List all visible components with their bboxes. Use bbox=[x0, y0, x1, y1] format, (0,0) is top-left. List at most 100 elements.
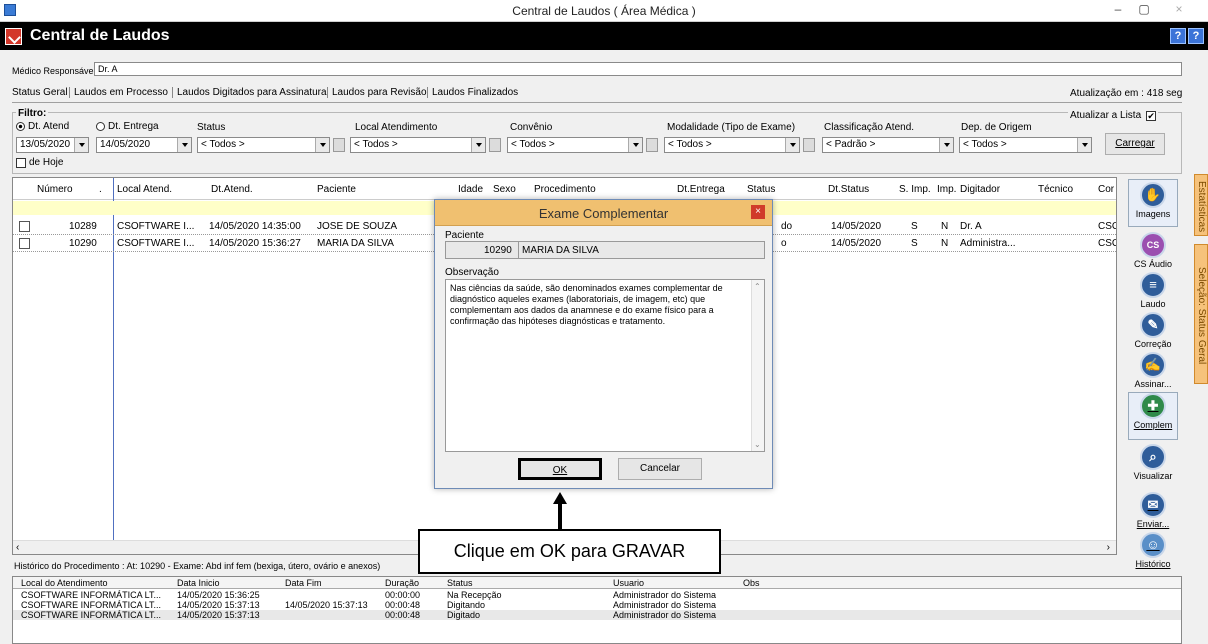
medico-field[interactable] bbox=[94, 62, 1182, 76]
cell-s-imp: S bbox=[911, 221, 918, 232]
tab-status-geral[interactable]: Status Geral bbox=[12, 87, 68, 98]
convenio-filter-select[interactable]: < Todos > bbox=[507, 137, 643, 153]
col-s-imp[interactable]: S. Imp. bbox=[899, 184, 931, 195]
carregar-button[interactable]: Carregar bbox=[1105, 133, 1165, 155]
tab-laudos-revisao[interactable]: Laudos para Revisão bbox=[327, 87, 427, 98]
observacao-label: Observação bbox=[445, 267, 499, 278]
col-dot[interactable]: . bbox=[99, 184, 102, 195]
tab-estatisticas[interactable]: Estatísticas bbox=[1194, 174, 1208, 236]
col-tecnico[interactable]: Técnico bbox=[1038, 184, 1073, 195]
grid-picker-icon[interactable] bbox=[646, 138, 658, 152]
scroll-left-icon[interactable]: ‹ bbox=[16, 542, 19, 553]
hcol-usuario[interactable]: Usuario bbox=[613, 578, 644, 588]
col-status[interactable]: Status bbox=[747, 184, 775, 195]
col-procedimento[interactable]: Procedimento bbox=[534, 184, 596, 195]
local-filter-value: < Todos > bbox=[354, 139, 398, 150]
field-divider bbox=[518, 242, 519, 258]
col-cor[interactable]: Cor bbox=[1098, 184, 1114, 195]
convenio-filter-value: < Todos > bbox=[511, 139, 555, 150]
close-button[interactable]: × bbox=[1166, 2, 1192, 20]
col-numero[interactable]: Número bbox=[37, 184, 73, 195]
tabs-divider bbox=[12, 102, 1182, 103]
chevron-down-icon bbox=[74, 138, 88, 152]
minimize-button[interactable]: – bbox=[1105, 2, 1131, 20]
paciente-label: Paciente bbox=[445, 230, 484, 241]
grid-picker-icon[interactable] bbox=[803, 138, 815, 152]
visualizar-button[interactable]: ⌕ Visualizar bbox=[1128, 444, 1178, 481]
radio-dt-entrega[interactable]: Dt. Entrega bbox=[96, 121, 159, 132]
cell-status: do bbox=[781, 221, 793, 232]
atualizar-lista-checkbox[interactable]: Atualizar a Lista ✔ bbox=[1068, 110, 1159, 121]
cell-numero: 10290 bbox=[69, 238, 97, 249]
about-icon[interactable]: ? bbox=[1188, 28, 1204, 44]
paciente-field: 10290 MARIA DA SILVA bbox=[445, 241, 765, 259]
convenio-filter-label: Convênio bbox=[510, 122, 553, 133]
grid-header: Número . Local Atend. Dt.Atend. Paciente… bbox=[13, 178, 1116, 200]
dep-filter-select[interactable]: < Todos > bbox=[959, 137, 1092, 153]
classificacao-filter-select[interactable]: < Padrão > bbox=[822, 137, 954, 153]
scroll-right-icon[interactable]: › bbox=[1107, 542, 1110, 553]
historico-row[interactable]: CSOFTWARE INFORMÁTICA LT... 14/05/2020 1… bbox=[13, 600, 1181, 610]
imagens-button[interactable]: ✋ Imagens bbox=[1128, 179, 1178, 227]
hcol-duracao[interactable]: Duração bbox=[385, 578, 419, 588]
assinar-button[interactable]: ✍ Assinar... bbox=[1128, 352, 1178, 389]
col-imp[interactable]: Imp. bbox=[937, 184, 956, 195]
status-filter-select[interactable]: < Todos > bbox=[197, 137, 330, 153]
grid-picker-icon[interactable] bbox=[489, 138, 501, 152]
tab-selecao-status[interactable]: Seleção: Status Geral bbox=[1194, 244, 1208, 384]
laudo-button[interactable]: ≡ Laudo bbox=[1128, 272, 1178, 309]
complem-button[interactable]: ✚ Complem bbox=[1128, 392, 1178, 440]
hcol-local[interactable]: Local do Atendimento bbox=[21, 578, 108, 588]
cancel-button[interactable]: Cancelar bbox=[618, 458, 702, 480]
dialog-close-icon[interactable]: × bbox=[751, 205, 765, 219]
local-filter-select[interactable]: < Todos > bbox=[350, 137, 486, 153]
cell-imp: N bbox=[941, 238, 949, 249]
hcell-fim: 14/05/2020 15:37:13 bbox=[285, 600, 368, 610]
historico-row[interactable]: CSOFTWARE INFORMÁTICA LT... 14/05/2020 1… bbox=[13, 590, 1181, 600]
row-checkbox[interactable] bbox=[19, 238, 30, 249]
tab-laudos-processo[interactable]: Laudos em Processo bbox=[69, 87, 168, 98]
observacao-textarea[interactable]: Nas ciências da saúde, são denominados e… bbox=[445, 279, 765, 452]
col-dt-atend[interactable]: Dt.Atend. bbox=[211, 184, 253, 195]
scroll-up-icon[interactable]: ⌃ bbox=[754, 282, 761, 291]
radio-empty-icon bbox=[96, 122, 105, 131]
col-sexo[interactable]: Sexo bbox=[493, 184, 516, 195]
row-checkbox[interactable] bbox=[19, 221, 30, 232]
ok-button[interactable]: OK bbox=[518, 458, 602, 480]
cs-audio-button[interactable]: CS CS Áudio bbox=[1128, 232, 1178, 269]
historico-row[interactable]: CSOFTWARE INFORMÁTICA LT... 14/05/2020 1… bbox=[13, 610, 1181, 620]
hcol-status[interactable]: Status bbox=[447, 578, 473, 588]
enviar-button[interactable]: ✉ Enviar... bbox=[1128, 492, 1178, 529]
historico-grid: Local do Atendimento Data Inicio Data Fi… bbox=[12, 576, 1182, 644]
correcao-button[interactable]: ✎ Correção bbox=[1128, 312, 1178, 349]
tab-laudos-finalizados[interactable]: Laudos Finalizados bbox=[427, 87, 518, 98]
hcell-inicio: 14/05/2020 15:37:13 bbox=[177, 600, 260, 610]
hcol-fim[interactable]: Data Fim bbox=[285, 578, 322, 588]
scroll-down-icon[interactable]: ⌄ bbox=[754, 440, 761, 449]
atualizacao-text: Atualização em : 418 seg bbox=[1070, 88, 1183, 99]
date-end-select[interactable]: 14/05/2020 bbox=[96, 137, 192, 153]
tab-laudos-digitados[interactable]: Laudos Digitados para Assinatura bbox=[172, 87, 327, 98]
hcol-obs[interactable]: Obs bbox=[743, 578, 760, 588]
radio-dt-atend[interactable]: Dt. Atend bbox=[16, 121, 69, 132]
historico-button[interactable]: ☺ Histórico bbox=[1128, 532, 1178, 569]
cell-digitador: Dr. A bbox=[960, 221, 982, 232]
checkbox-icon bbox=[16, 157, 26, 168]
col-dt-entrega[interactable]: Dt.Entrega bbox=[677, 184, 725, 195]
maximize-button[interactable]: ▢ bbox=[1131, 2, 1157, 20]
date-start-select[interactable]: 13/05/2020 bbox=[16, 137, 89, 153]
help-icon[interactable]: ? bbox=[1170, 28, 1186, 44]
col-paciente[interactable]: Paciente bbox=[317, 184, 356, 195]
textarea-scrollbar[interactable]: ⌃ ⌄ bbox=[751, 280, 764, 451]
checkbox-de-hoje[interactable]: de Hoje bbox=[16, 157, 63, 168]
grid-picker-icon[interactable] bbox=[333, 138, 345, 152]
hcol-inicio[interactable]: Data Inicio bbox=[177, 578, 220, 588]
col-dt-status[interactable]: Dt.Status bbox=[828, 184, 869, 195]
chevron-down-icon bbox=[177, 138, 191, 152]
modalidade-filter-select[interactable]: < Todos > bbox=[664, 137, 800, 153]
user-history-icon: ☺ bbox=[1140, 532, 1166, 558]
col-idade[interactable]: Idade bbox=[458, 184, 483, 195]
col-digitador[interactable]: Digitador bbox=[960, 184, 1000, 195]
col-local[interactable]: Local Atend. bbox=[117, 184, 172, 195]
cell-paciente: JOSE DE SOUZA bbox=[317, 221, 398, 232]
